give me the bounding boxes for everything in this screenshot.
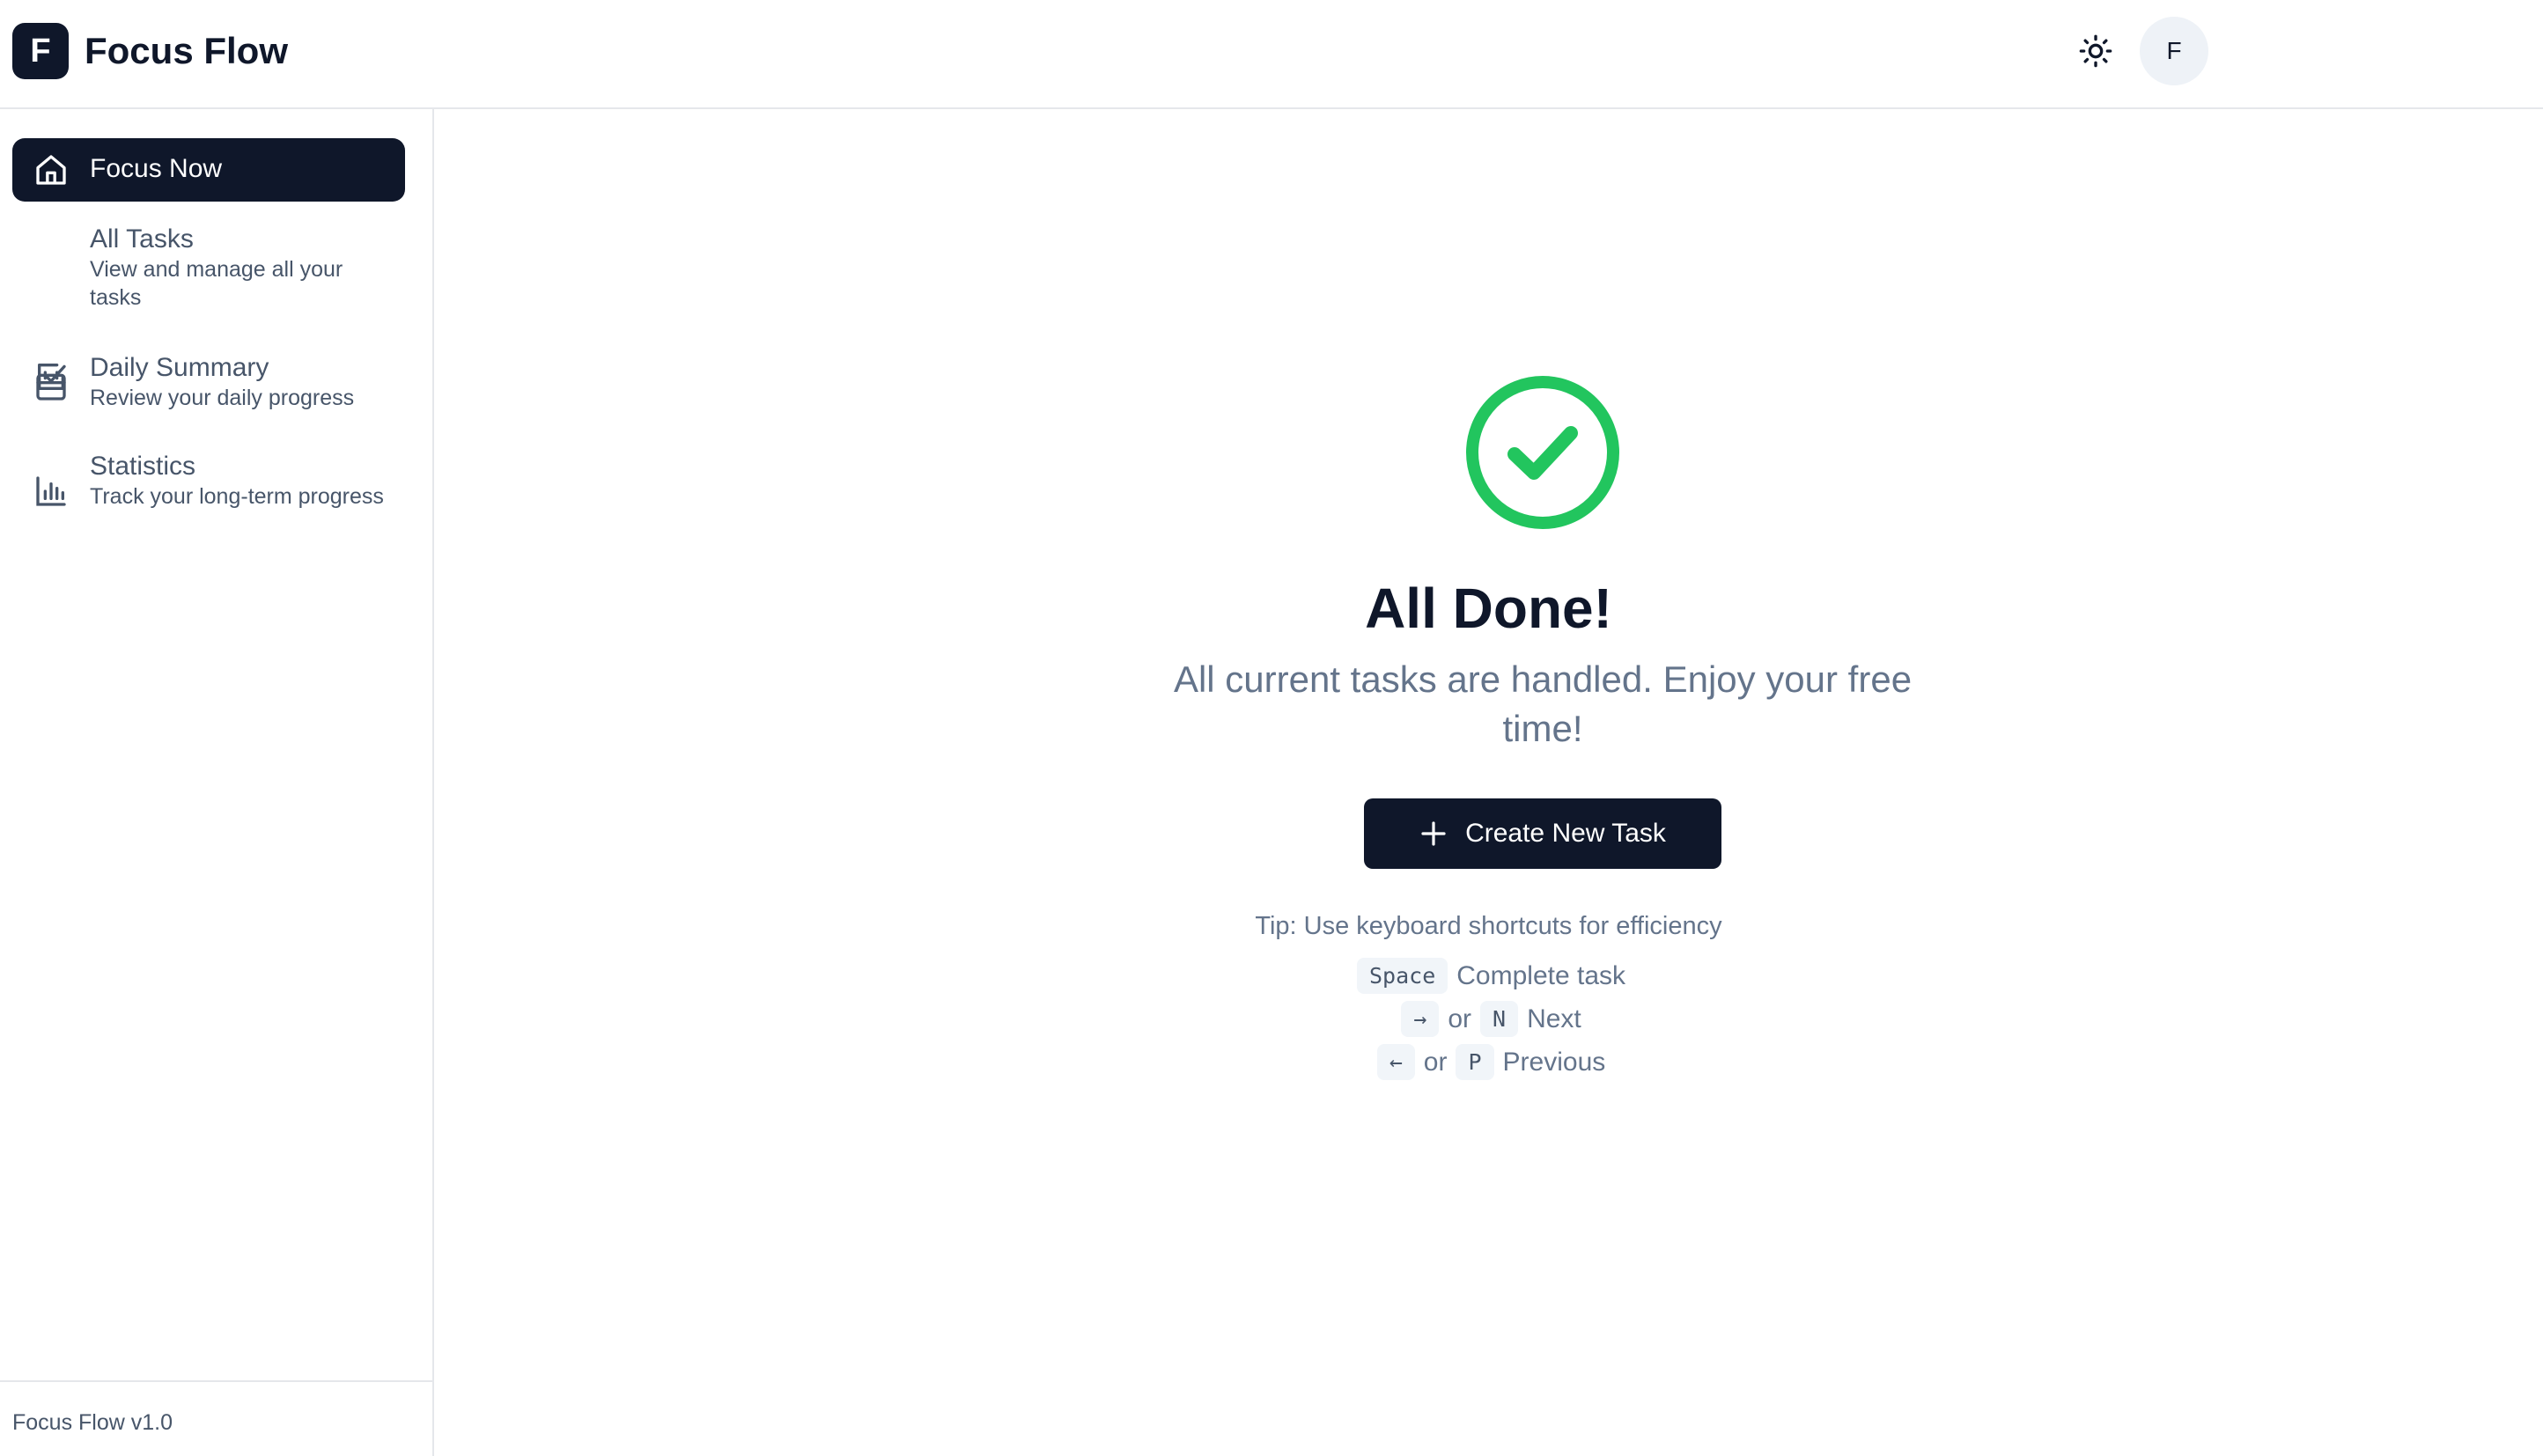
shortcut-separator: or [1423,1047,1448,1077]
sidebar-item-label: All Tasks [90,224,194,254]
sidebar-item-label: Focus Now [90,154,223,183]
sidebar-item-description: Review your daily progress [90,386,355,410]
brand-logo: F [12,23,69,79]
brand[interactable]: F Focus Flow [12,23,288,79]
shortcut-label: Previous [1502,1047,1606,1077]
calendar-icon [36,371,66,401]
sidebar-item-label: Daily Summary [90,353,269,382]
app-name: Focus Flow [85,30,288,71]
plus-icon [1421,821,1446,846]
sidebar-item-all-tasks[interactable]: All Tasks View and manage all your tasks [12,218,405,390]
sun-icon [2079,34,2112,68]
app-version: Focus Flow v1.0 [12,1410,173,1435]
key-n: N [1480,1001,1519,1037]
user-avatar[interactable]: F [2140,17,2208,85]
app-root: F Focus Flow F Focus Now All Tasks View … [0,0,2543,1456]
key-left-arrow: ← [1376,1044,1415,1080]
empty-state-subtitle: All current tasks are handled. Enjoy you… [1173,658,1913,749]
shortcut-complete: Space Complete task [434,958,2543,994]
shortcut-previous: ← or P Previous [434,1044,2543,1080]
sidebar-item-focus-now[interactable]: Focus Now [12,138,405,202]
top-header: F Focus Flow F [0,0,2543,109]
home-icon [36,155,66,185]
sidebar-item-label: Statistics [90,452,196,481]
theme-toggle-button[interactable] [2068,23,2124,79]
key-p: P [1456,1044,1494,1080]
sidebar-footer: Focus Flow v1.0 [0,1380,432,1456]
main-content: All Done! All current tasks are handled.… [434,109,2543,1456]
bar-chart-icon [36,476,66,506]
empty-state-title: All Done! [1365,577,1612,640]
create-new-task-button[interactable]: Create New Task [1364,798,1721,869]
keyboard-tip: Tip: Use keyboard shortcuts for efficien… [1255,912,1722,940]
shortcut-label: Next [1527,1004,1581,1033]
sidebar-item-description: Track your long-term progress [90,484,384,509]
sidebar-item-statistics[interactable]: Statistics Track your long-term progress [12,445,405,551]
sidebar: Focus Now All Tasks View and manage all … [0,109,434,1456]
shortcut-separator: or [1448,1004,1471,1033]
check-circle-icon [1466,376,1619,529]
create-new-task-label: Create New Task [1465,819,1666,848]
key-space: Space [1356,958,1448,994]
key-right-arrow: → [1401,1001,1440,1037]
sidebar-item-daily-summary[interactable]: Daily Summary Review your daily progress [12,347,405,426]
sidebar-item-description: View and manage all your tasks [90,257,343,310]
shortcut-label: Complete task [1456,960,1625,990]
shortcut-next: → or N Next [434,1001,2543,1037]
